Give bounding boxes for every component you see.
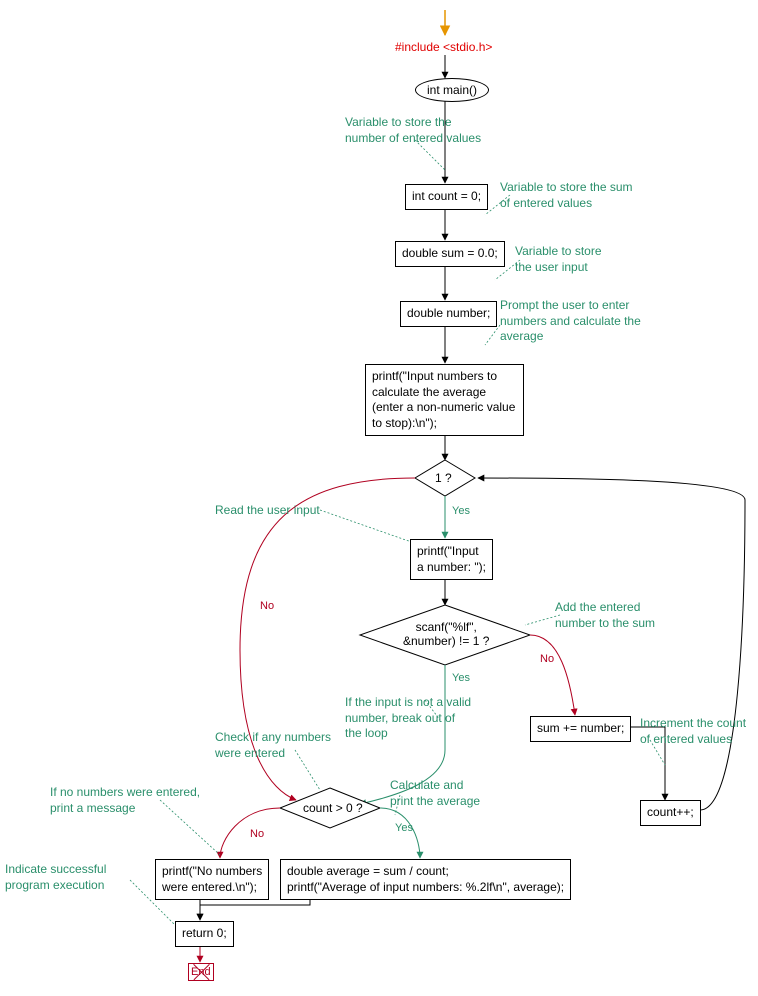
label-no-scanf: No bbox=[540, 653, 554, 665]
stmt-decl-count: int count = 0; bbox=[405, 184, 488, 210]
decision-loop-cond: 1 ? bbox=[435, 471, 452, 485]
stmt-sum-add: sum += number; bbox=[530, 716, 631, 742]
comment-break: If the input is not a valid number, brea… bbox=[345, 695, 471, 742]
function-main: int main() bbox=[415, 78, 489, 102]
stmt-decl-sum: double sum = 0.0; bbox=[395, 241, 505, 267]
comment-prompt: Prompt the user to enter numbers and cal… bbox=[500, 298, 641, 345]
stmt-decl-number: double number; bbox=[400, 301, 497, 327]
comment-return: Indicate successful program execution bbox=[5, 862, 106, 893]
stmt-calc-avg: double average = sum / count; printf("Av… bbox=[280, 859, 571, 900]
preproc-include: #include <stdio.h> bbox=[395, 40, 492, 54]
stmt-printf-none: printf("No numbers were entered.\n"); bbox=[155, 859, 269, 900]
comment-nonums: If no numbers were entered, print a mess… bbox=[50, 785, 200, 816]
flowchart-edges bbox=[0, 0, 758, 996]
comment-inc: Increment the count of entered values bbox=[640, 716, 746, 747]
comment-count: Variable to store the number of entered … bbox=[345, 115, 481, 146]
stmt-printf-input: printf("Input a number: "); bbox=[410, 539, 493, 580]
stmt-printf-prompt: printf("Input numbers to calculate the a… bbox=[365, 364, 524, 436]
label-yes-count: Yes bbox=[395, 822, 413, 834]
decision-count-cond: count > 0 ? bbox=[303, 801, 363, 815]
decision-scanf-cond: scanf("%lf", &number) != 1 ? bbox=[403, 620, 489, 649]
end-node: End bbox=[188, 963, 214, 981]
label-yes-loop: Yes bbox=[452, 505, 470, 517]
stmt-return0: return 0; bbox=[175, 921, 234, 947]
label-no-count: No bbox=[250, 828, 264, 840]
comment-check: Check if any numbers were entered bbox=[215, 730, 331, 761]
comment-add: Add the entered number to the sum bbox=[555, 600, 655, 631]
comment-number: Variable to store the user input bbox=[515, 244, 602, 275]
comment-sum: Variable to store the sum of entered val… bbox=[500, 180, 633, 211]
stmt-count-inc: count++; bbox=[640, 800, 701, 826]
comment-read: Read the user input bbox=[215, 503, 320, 519]
label-no-loop: No bbox=[260, 600, 274, 612]
comment-calc: Calculate and print the average bbox=[390, 778, 480, 809]
label-yes-scanf: Yes bbox=[452, 672, 470, 684]
